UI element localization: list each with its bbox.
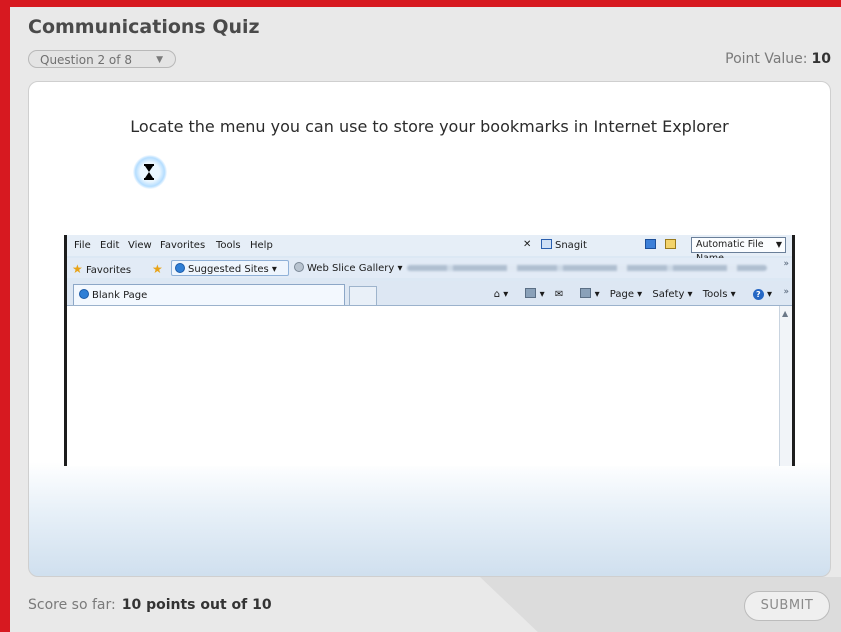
favorites-label: Favorites (85, 265, 132, 276)
help-icon[interactable]: ? ▾ (746, 289, 772, 300)
question-select[interactable]: Question 2 of 8 ▼ (28, 50, 176, 68)
ie-icon (175, 263, 185, 273)
submit-button[interactable]: SUBMIT (744, 591, 830, 621)
suggested-sites-button[interactable]: Suggested Sites ▾ (171, 260, 289, 276)
ie-page-area (67, 306, 792, 466)
menu-tools[interactable]: Tools (216, 240, 241, 251)
new-tab-button[interactable] (349, 286, 377, 305)
blurred-links (407, 265, 767, 271)
home-icon[interactable]: ⌂ ▾ (494, 289, 509, 300)
menu-favorites[interactable]: Favorites (160, 240, 205, 251)
quiz-title: Communications Quiz (28, 16, 260, 38)
print-icon[interactable]: ▾ (573, 288, 600, 300)
question-prompt: Locate the menu you can use to store you… (130, 117, 729, 136)
quiz-panel: Communications Quiz Question 2 of 8 ▼ Po… (10, 7, 841, 632)
menu-file[interactable]: File (74, 240, 91, 251)
star-icon: ★ (72, 262, 83, 276)
ie-favorites-bar: ★ Favorites ★ Suggested Sites ▾ Web Slic… (67, 258, 792, 278)
snagit-icon (541, 239, 552, 249)
calendar-icon[interactable] (645, 239, 656, 251)
note-icon[interactable] (665, 239, 676, 251)
menu-view[interactable]: View (128, 240, 152, 251)
ie-tab-bar: Blank Page ⌂ ▾ ▾ ✉ ▾ Page ▾ Safety ▾ Too… (67, 281, 792, 306)
feeds-icon[interactable]: ▾ (518, 288, 545, 300)
page-menu[interactable]: Page ▾ (610, 289, 642, 300)
vertical-scrollbar[interactable]: ▲ (779, 306, 792, 466)
point-value: Point Value: 10 (725, 51, 831, 67)
suggested-sites-label: Suggested Sites ▾ (188, 264, 277, 275)
mail-icon[interactable]: ✉ (555, 289, 563, 300)
scroll-up-icon[interactable]: ▲ (782, 309, 788, 318)
favorites-button[interactable]: ★ Favorites (72, 262, 131, 276)
ie-screenshot: File Edit View Favorites Tools Help ✕ Sn… (64, 235, 795, 466)
tab-title: Blank Page (92, 290, 148, 301)
tab-blank-page[interactable]: Blank Page (73, 284, 345, 305)
web-slice-gallery-label: Web Slice Gallery ▾ (307, 263, 403, 274)
tools-menu[interactable]: Tools ▾ (703, 289, 736, 300)
ie-icon (294, 262, 304, 272)
chevron-down-icon: ▼ (775, 240, 782, 249)
cursor-icon (144, 164, 154, 180)
add-favorite-icon[interactable]: ★ (152, 262, 163, 276)
score-label: Score so far: (28, 597, 116, 613)
question-select-label: Question 2 of 8 (40, 53, 132, 67)
more-chevron-icon[interactable]: » (783, 259, 789, 269)
safety-menu[interactable]: Safety ▾ (652, 289, 692, 300)
chevron-down-icon: ▼ (156, 55, 163, 65)
close-icon[interactable]: ✕ (523, 239, 531, 250)
point-value-label: Point Value: (725, 51, 808, 67)
ie-command-bar: ⌂ ▾ ▾ ✉ ▾ Page ▾ Safety ▾ Tools ▾ ? ▾ (487, 288, 772, 300)
menu-edit[interactable]: Edit (100, 240, 119, 251)
file-name-dropdown[interactable]: Automatic File Name ▼ (691, 237, 786, 264)
ie-menu-bar: File Edit View Favorites Tools Help ✕ Sn… (67, 235, 792, 264)
more-chevron-icon[interactable]: » (783, 287, 789, 297)
web-slice-gallery-button[interactable]: Web Slice Gallery ▾ (294, 262, 403, 274)
ie-icon (79, 289, 89, 299)
point-value-number: 10 (811, 51, 831, 67)
score-value: 10 points out of 10 (121, 597, 272, 613)
snagit-button[interactable]: Snagit (541, 239, 587, 251)
score: Score so far: 10 points out of 10 (28, 597, 272, 613)
menu-help[interactable]: Help (250, 240, 273, 251)
snagit-label: Snagit (555, 240, 587, 251)
